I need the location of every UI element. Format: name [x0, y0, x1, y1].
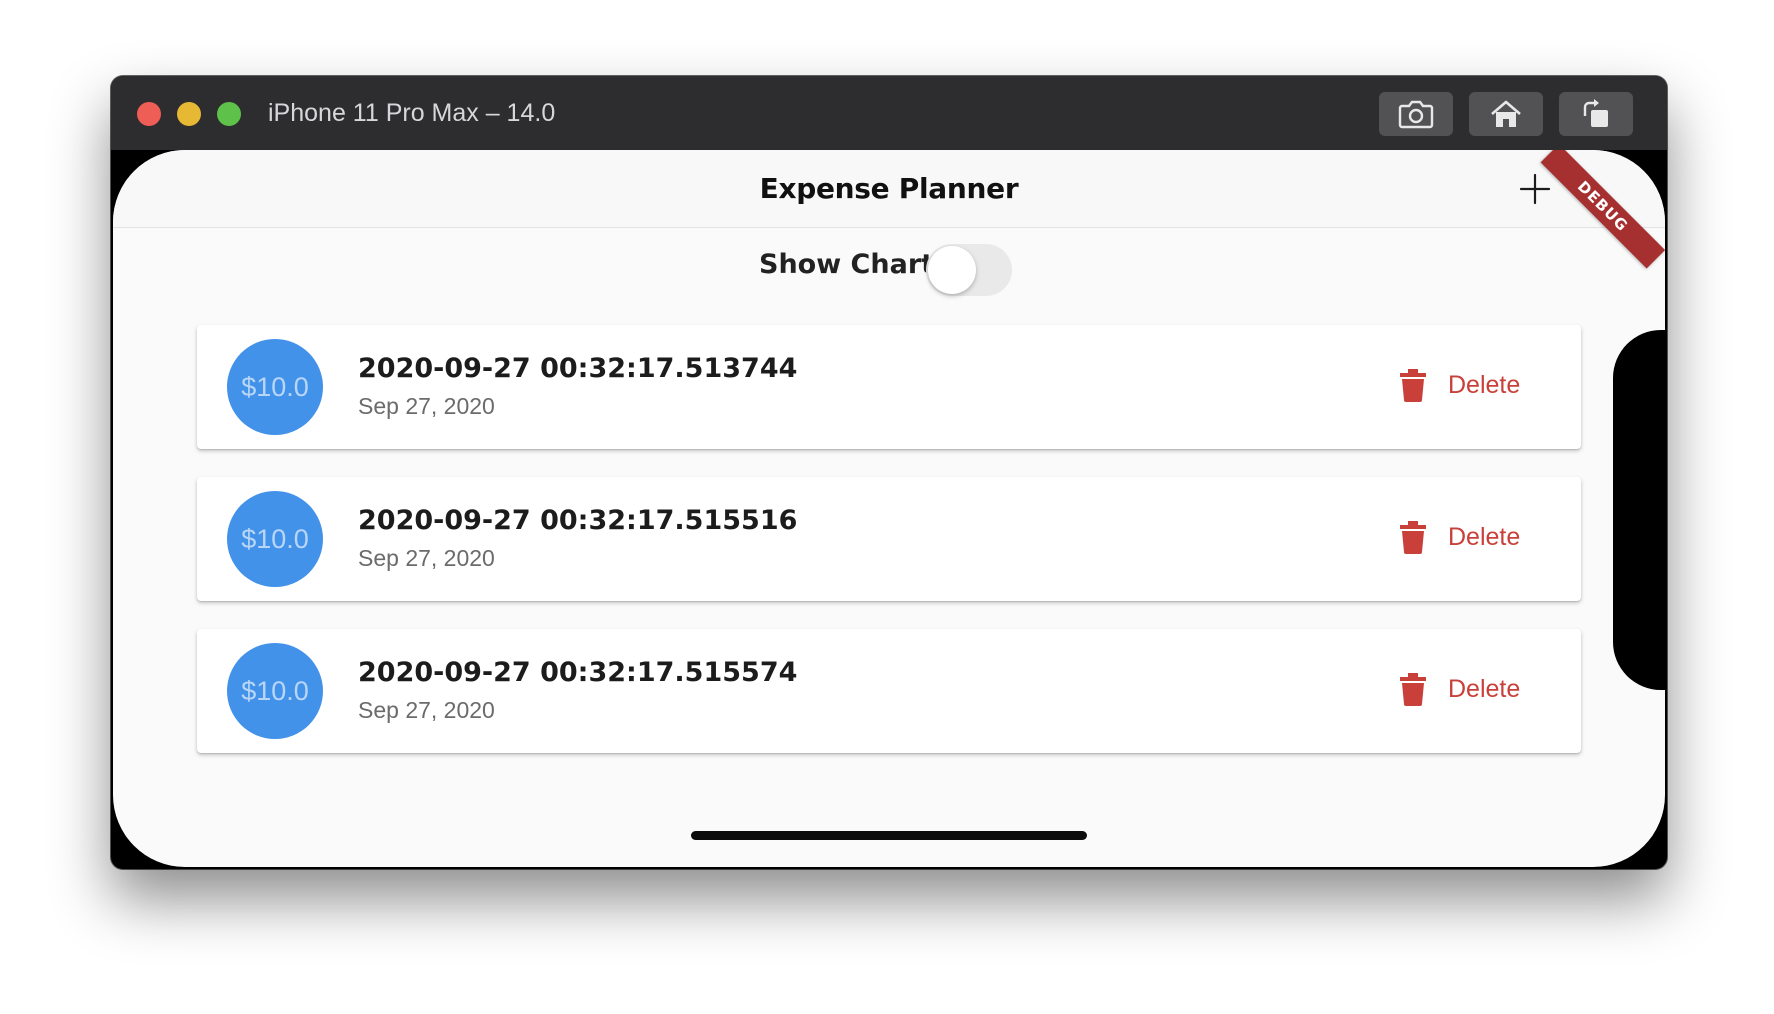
rotate-icon [1583, 99, 1608, 127]
transaction-list: $10.0 2020-09-27 00:32:17.513744 Sep 27,… [197, 325, 1581, 781]
minimize-window-button[interactable] [177, 102, 201, 126]
desktop: iPhone 11 Pro Max – 14.0 Expense Planner… [0, 0, 1774, 1014]
transaction-date: Sep 27, 2020 [358, 393, 495, 419]
show-chart-row: Show Chart [113, 241, 1665, 297]
trash-icon [1400, 368, 1426, 402]
app-navigation-bar: Expense Planner [113, 150, 1665, 228]
close-window-button[interactable] [137, 102, 161, 126]
simulator-window: iPhone 11 Pro Max – 14.0 Expense Planner… [111, 76, 1667, 869]
transaction-title: 2020-09-27 00:32:17.515574 [358, 657, 798, 688]
trash-icon [1400, 672, 1426, 706]
amount-avatar: $10.0 [227, 643, 323, 739]
home-button[interactable] [1469, 92, 1543, 136]
home-indicator[interactable] [691, 831, 1087, 840]
transaction-title: 2020-09-27 00:32:17.515516 [358, 505, 798, 536]
delete-label: Delete [1448, 522, 1521, 551]
delete-label: Delete [1448, 370, 1521, 399]
transaction-card: $10.0 2020-09-27 00:32:17.515574 Sep 27,… [197, 629, 1581, 753]
amount-avatar: $10.0 [227, 339, 323, 435]
add-transaction-button[interactable] [1518, 172, 1552, 206]
page-title: Expense Planner [759, 172, 1019, 205]
screenshot-button[interactable] [1379, 92, 1453, 136]
home-icon [1491, 100, 1521, 127]
show-chart-label: Show Chart [759, 249, 935, 280]
trash-icon [1400, 520, 1426, 554]
rotate-button[interactable] [1559, 92, 1633, 136]
delete-button[interactable]: Delete [1400, 517, 1520, 557]
device-screen: Expense Planner DEBUG Show Chart $10.0 2… [113, 150, 1665, 867]
delete-button[interactable]: Delete [1400, 365, 1520, 405]
plus-icon [1519, 173, 1551, 205]
camera-icon [1398, 100, 1434, 129]
show-chart-switch[interactable] [926, 244, 1012, 296]
switch-knob [928, 246, 976, 294]
zoom-window-button[interactable] [217, 102, 241, 126]
transaction-date: Sep 27, 2020 [358, 697, 495, 723]
delete-label: Delete [1448, 674, 1521, 703]
window-title: iPhone 11 Pro Max – 14.0 [268, 99, 556, 127]
transaction-date: Sep 27, 2020 [358, 545, 495, 571]
transaction-card: $10.0 2020-09-27 00:32:17.515516 Sep 27,… [197, 477, 1581, 601]
device-notch [1613, 330, 1665, 690]
transaction-title: 2020-09-27 00:32:17.513744 [358, 353, 798, 384]
amount-avatar: $10.0 [227, 491, 323, 587]
transaction-card: $10.0 2020-09-27 00:32:17.513744 Sep 27,… [197, 325, 1581, 449]
delete-button[interactable]: Delete [1400, 669, 1520, 709]
window-titlebar: iPhone 11 Pro Max – 14.0 [111, 76, 1667, 150]
